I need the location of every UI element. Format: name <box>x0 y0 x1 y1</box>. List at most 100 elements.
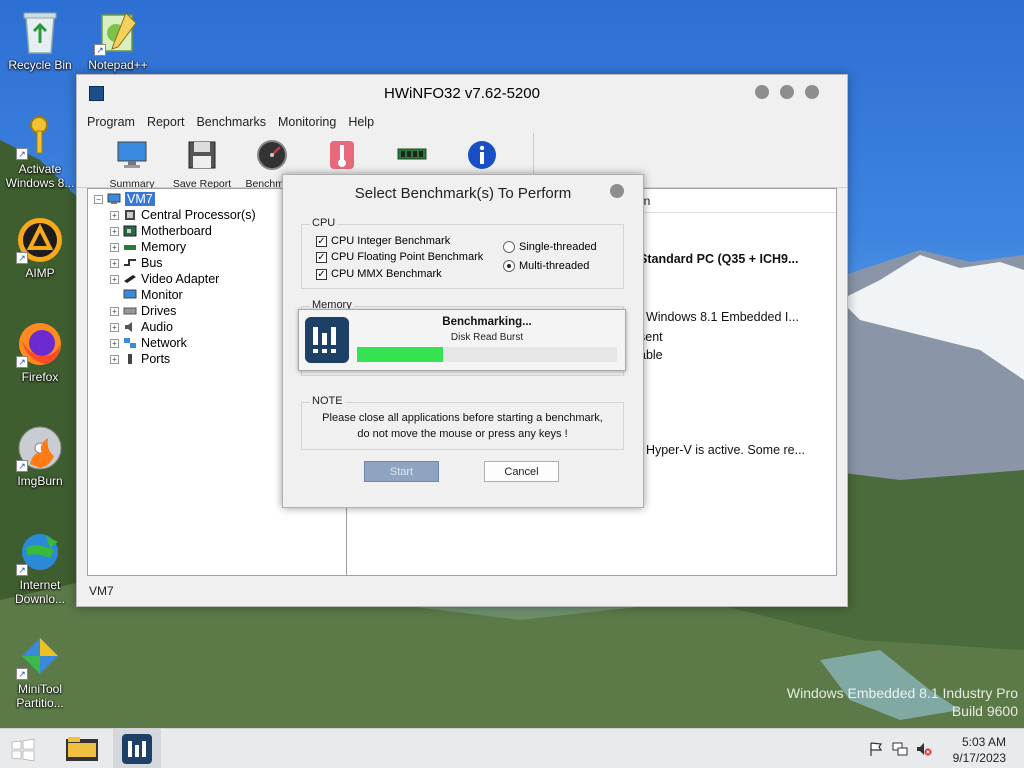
details-line: t Windows 8.1 Embedded I... <box>639 310 799 324</box>
status-bar: VM7 <box>77 580 847 606</box>
expand-icon[interactable]: + <box>110 354 119 364</box>
menu-program[interactable]: Program <box>87 115 135 129</box>
taskbar-file-explorer[interactable] <box>58 729 106 768</box>
start-button-windows-icon[interactable] <box>10 738 36 762</box>
menu-report[interactable]: Report <box>147 115 185 129</box>
collapse-icon[interactable]: − <box>94 194 103 204</box>
dialog-title[interactable]: Select Benchmark(s) To Perform <box>283 175 643 211</box>
floppy-icon <box>188 141 216 169</box>
start-button[interactable]: Start <box>364 461 439 482</box>
shortcut-arrow-icon: ↗ <box>16 460 28 472</box>
hwinfo-app-icon <box>89 86 104 101</box>
shortcut-arrow-icon: ↗ <box>94 44 106 56</box>
menu-help[interactable]: Help <box>348 115 374 129</box>
shortcut-arrow-icon: ↗ <box>16 564 28 576</box>
desktop-icon-internet-download[interactable]: ↗ Internet Downlo... <box>2 528 78 606</box>
summary-button[interactable]: Summary <box>97 133 167 190</box>
progress-bar <box>357 347 617 362</box>
note-line: Please close all applications before sta… <box>322 412 603 424</box>
bus-icon <box>124 259 136 266</box>
motherboard-icon <box>123 225 137 237</box>
imgburn-icon: ↗ <box>16 424 64 472</box>
expand-icon[interactable]: + <box>110 226 119 236</box>
taskbar-hwinfo[interactable] <box>113 729 161 768</box>
expand-icon[interactable]: + <box>110 258 119 268</box>
network-icon <box>124 338 136 348</box>
progress-fill <box>357 347 443 362</box>
shortcut-arrow-icon: ↗ <box>16 356 28 368</box>
thermometer-icon <box>330 141 354 169</box>
recycle-bin-icon <box>16 8 64 56</box>
volume-muted-icon[interactable] <box>916 741 932 757</box>
desktop-icon-activate-windows[interactable]: ↗ Activate Windows 8... <box>2 112 78 190</box>
expand-icon[interactable]: + <box>110 274 119 284</box>
single-thread-radio[interactable]: Single-threaded <box>503 241 597 253</box>
system-tray <box>868 741 932 757</box>
monitor-icon <box>117 141 147 168</box>
hwinfo-taskbar-icon <box>122 734 152 764</box>
progress-title: Benchmarking... <box>442 316 532 328</box>
multi-thread-radio[interactable]: Multi-threaded <box>503 260 589 272</box>
hwinfo-logo-icon <box>305 317 349 363</box>
cpu-float-checkbox[interactable]: ✓ CPU Floating Point Benchmark <box>316 251 483 263</box>
shortcut-arrow-icon: ↗ <box>16 668 28 680</box>
menu-bar: Program Report Benchmarks Monitoring Hel… <box>77 111 847 133</box>
computer-icon <box>107 193 121 204</box>
benchmark-progress-popup: Benchmarking... Disk Read Burst <box>298 309 626 371</box>
window-titlebar[interactable]: HWiNFO32 v7.62-5200 <box>77 75 847 111</box>
menu-benchmarks[interactable]: Benchmarks <box>196 115 265 129</box>
port-icon <box>128 354 132 364</box>
info-icon <box>468 141 496 169</box>
expand-icon[interactable]: + <box>110 306 119 316</box>
gauge-icon <box>257 140 287 170</box>
cpu-integer-checkbox[interactable]: ✓ CPU Integer Benchmark <box>316 235 450 247</box>
about-button[interactable] <box>447 133 517 178</box>
speaker-icon <box>125 322 132 332</box>
expand-icon[interactable]: + <box>110 242 119 252</box>
monitor-small-icon <box>123 289 137 299</box>
desktop-icon-minitool[interactable]: ↗ MiniTool Partitio... <box>2 632 78 710</box>
window-title: HWiNFO32 v7.62-5200 <box>384 84 540 102</box>
desktop-icon-firefox[interactable]: ↗ Firefox <box>2 320 78 384</box>
expand-icon[interactable]: + <box>110 338 119 348</box>
desktop-icon-notepad-plus[interactable]: ↗ Notepad++ <box>80 8 156 72</box>
close-button[interactable] <box>805 85 819 99</box>
shortcut-arrow-icon: ↗ <box>16 252 28 264</box>
cpu-mmx-checkbox[interactable]: ✓ CPU MMX Benchmark <box>316 268 442 280</box>
expand-icon[interactable]: + <box>110 210 119 220</box>
minitool-icon: ↗ <box>16 632 64 680</box>
checkmark-icon: ✓ <box>316 235 327 247</box>
folder-icon <box>66 737 98 761</box>
cancel-button[interactable]: Cancel <box>484 461 559 482</box>
desktop-icon-aimp[interactable]: ↗ AIMP <box>2 216 78 280</box>
memory-icon <box>124 245 136 250</box>
expand-icon[interactable]: + <box>110 322 119 332</box>
firefox-icon: ↗ <box>16 320 64 368</box>
cpu-icon <box>125 210 135 220</box>
flag-icon[interactable] <box>868 741 884 757</box>
minimize-button[interactable] <box>755 85 769 99</box>
checkmark-icon: ✓ <box>316 251 327 263</box>
internet-download-icon: ↗ <box>16 528 64 576</box>
details-line: Standard PC (Q35 + ICH9... <box>639 252 799 266</box>
taskbar: 5:03 AM 9/17/2023 <box>0 728 1024 768</box>
note-group: NOTE Please close all applications befor… <box>301 395 624 450</box>
key-shield-icon: ↗ <box>16 112 64 160</box>
save-report-button[interactable]: Save Report <box>167 133 237 190</box>
video-card-icon <box>124 275 136 283</box>
dialog-close-button[interactable] <box>610 184 624 198</box>
sensors-button[interactable] <box>307 133 377 178</box>
aimp-icon: ↗ <box>16 216 64 264</box>
memory-button[interactable] <box>377 133 447 178</box>
drive-icon <box>123 307 137 315</box>
notepad-plus-icon: ↗ <box>94 8 142 56</box>
windows-watermark: Windows Embedded 8.1 Industry Pro Build … <box>786 685 1018 719</box>
network-tray-icon[interactable] <box>892 741 908 757</box>
menu-monitoring[interactable]: Monitoring <box>278 115 336 129</box>
desktop-icon-imgburn[interactable]: ↗ ImgBurn <box>2 424 78 488</box>
taskbar-clock[interactable]: 5:03 AM 9/17/2023 <box>953 734 1006 766</box>
cpu-group: CPU ✓ CPU Integer Benchmark ✓ CPU Floating… <box>301 217 624 289</box>
maximize-button[interactable] <box>780 85 794 99</box>
desktop-icon-recycle-bin[interactable]: Recycle Bin <box>2 8 78 72</box>
note-line: do not move the mouse or press any keys … <box>357 428 568 440</box>
